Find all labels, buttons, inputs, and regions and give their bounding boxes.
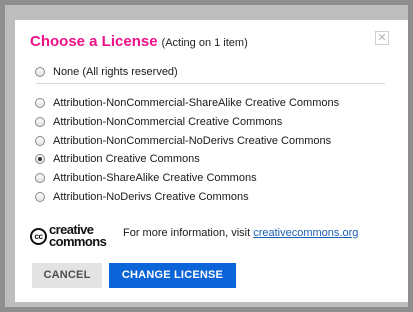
license-dialog: Choose a License (Acting on 1 item) ✕ Non… <box>15 20 408 302</box>
option-label: Attribution-NoDerivs Creative Commons <box>53 191 249 203</box>
creative-commons-logo: cc creative commons <box>30 223 118 249</box>
option-by-nc-nd[interactable]: Attribution-NonCommercial-NoDerivs Creat… <box>35 134 331 148</box>
dialog-header: Choose a License (Acting on 1 item) <box>30 33 248 51</box>
option-label: Attribution-ShareAlike Creative Commons <box>53 172 257 184</box>
radio-button[interactable] <box>35 192 45 202</box>
option-label: Attribution Creative Commons <box>53 153 200 165</box>
radio-button-selected[interactable] <box>35 154 45 164</box>
divider <box>36 83 385 84</box>
radio-button[interactable] <box>35 98 45 108</box>
creativecommons-link[interactable]: creativecommons.org <box>253 227 358 239</box>
radio-button[interactable] <box>35 136 45 146</box>
cancel-button[interactable]: CANCEL <box>32 263 102 288</box>
option-none[interactable]: None (All rights reserved) <box>35 65 178 79</box>
option-by-nc[interactable]: Attribution-NonCommercial Creative Commo… <box>35 115 282 129</box>
option-label: Attribution-NonCommercial-ShareAlike Cre… <box>53 97 340 109</box>
dialog-subtitle: (Acting on 1 item) <box>161 37 248 49</box>
close-icon[interactable]: ✕ <box>375 31 389 45</box>
radio-button[interactable] <box>35 67 45 77</box>
option-label: Attribution-NonCommercial Creative Commo… <box>53 116 283 128</box>
radio-button[interactable] <box>35 117 45 127</box>
change-license-button[interactable]: CHANGE LICENSE <box>109 263 236 288</box>
option-by-nd[interactable]: Attribution-NoDerivs Creative Commons <box>35 190 249 204</box>
option-label: None (All rights reserved) <box>53 66 178 78</box>
cc-icon: cc <box>30 228 47 245</box>
dialog-title: Choose a License <box>30 33 158 50</box>
info-prefix: For more information, visit <box>123 227 254 239</box>
option-by-nc-sa[interactable]: Attribution-NonCommercial-ShareAlike Cre… <box>35 96 339 110</box>
option-by[interactable]: Attribution Creative Commons <box>35 152 200 166</box>
info-text: For more information, visit creativecomm… <box>123 227 358 239</box>
dialog-frame: Choose a License (Acting on 1 item) ✕ Non… <box>5 5 408 307</box>
option-by-sa[interactable]: Attribution-ShareAlike Creative Commons <box>35 171 257 185</box>
radio-button[interactable] <box>35 173 45 183</box>
logo-word-bottom: commons <box>49 234 107 249</box>
option-label: Attribution-NonCommercial-NoDerivs Creat… <box>53 135 332 147</box>
